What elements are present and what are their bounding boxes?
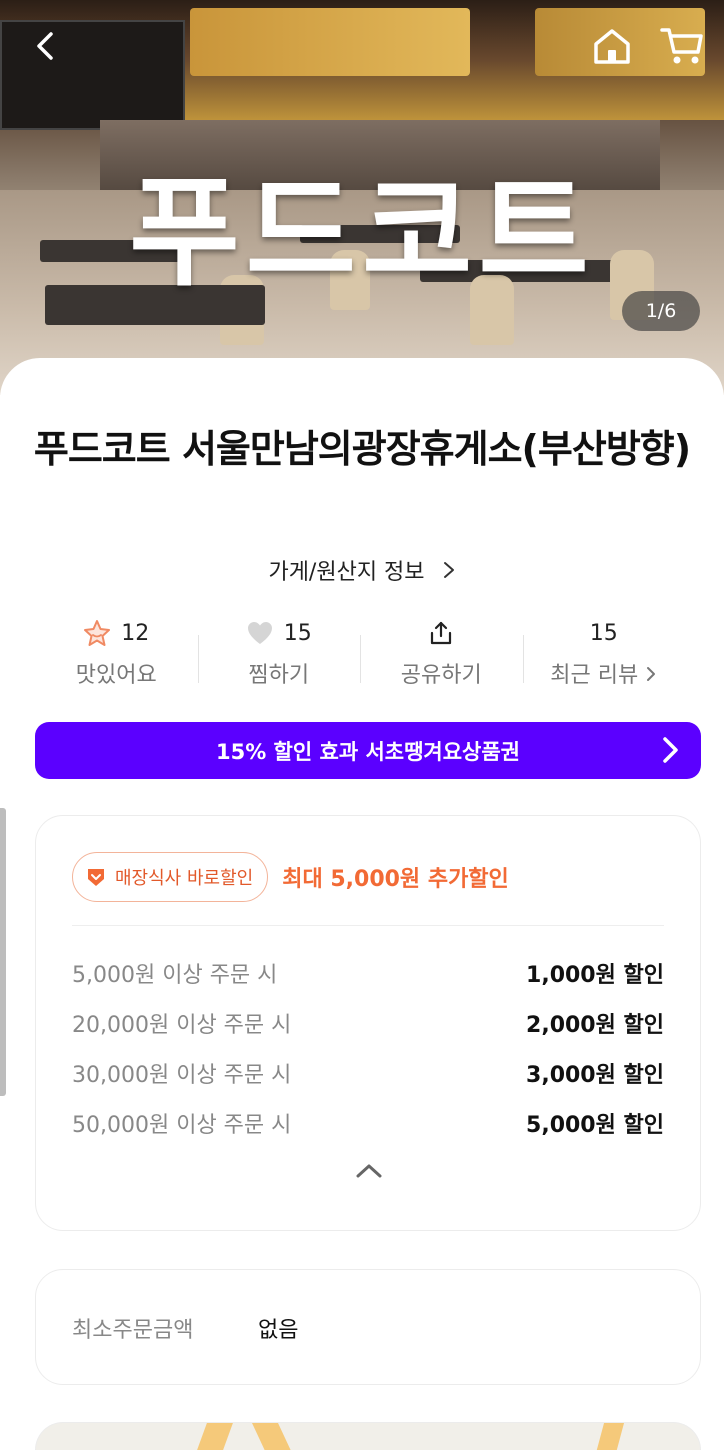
stat-recent-reviews[interactable]: 15 최근 리뷰 [522,613,686,693]
back-button[interactable] [22,22,70,70]
discount-card: 매장식사 바로할인 최대 5,000원 추가할인 5,000원 이상 주문 시 … [35,815,701,1231]
share-icon [431,621,452,645]
store-stats: 12 맛있어요 15 찜하기 공유하기 15 최근 리뷰 [35,613,685,693]
star-icon [84,620,111,646]
badge-label: 매장식사 바로할인 [115,868,254,889]
min-order-row: 최소주문금액 없음 [72,1312,298,1344]
store-detail-sheet: 푸드코트 서울만남의광장휴게소(부산방향) 가게/원산지 정보 12 맛있어요 … [0,358,724,1450]
tier-discount: 2,000원 할인 [526,1013,664,1038]
home-icon [594,29,630,64]
chevron-right-icon [659,734,681,771]
cart-button[interactable] [658,22,706,70]
stat-label: 공유하기 [400,663,482,688]
discount-tier-row: 50,000원 이상 주문 시 5,000원 할인 [72,1103,664,1143]
store-info-label: 가게/원산지 정보 [268,560,425,585]
tier-condition: 5,000원 이상 주문 시 [72,963,278,988]
discount-tier-row: 20,000원 이상 주문 시 2,000원 할인 [72,1003,664,1043]
dine-in-discount-badge: 매장식사 바로할인 [72,852,269,902]
store-map[interactable] [35,1422,701,1450]
stat-value: 15 [283,620,312,646]
tier-discount: 3,000원 할인 [526,1063,664,1088]
tier-condition: 50,000원 이상 주문 시 [72,1113,292,1138]
min-order-value: 없음 [258,1318,299,1343]
side-scroll-handle[interactable] [0,808,6,1096]
stat-delicious[interactable]: 12 맛있어요 [35,613,198,693]
chevron-right-icon [442,560,456,585]
store-name: 푸드코트 서울만남의광장휴게소(부산방향) [33,427,691,471]
chevron-left-icon [37,32,53,60]
stat-label: 맛있어요 [75,663,157,688]
home-button[interactable] [588,22,636,70]
collapse-button[interactable] [349,1156,389,1186]
map-road [185,1423,233,1450]
tier-condition: 30,000원 이상 주문 시 [72,1063,292,1088]
tier-discount: 1,000원 할인 [526,963,664,988]
promo-text: 15% 할인 효과 서초땡겨요상품권 [215,739,521,764]
chevron-up-icon [356,1164,382,1178]
stat-label: 찜하기 [248,663,310,688]
tier-discount: 5,000원 할인 [526,1113,664,1138]
tier-condition: 20,000원 이상 주문 시 [72,1013,292,1038]
chevron-right-icon [647,667,656,681]
voucher-promo-banner[interactable]: 15% 할인 효과 서초땡겨요상품권 [35,722,701,779]
heart-icon [247,622,272,644]
stat-value: 15 [589,620,618,646]
discount-tag-icon [88,869,104,886]
divider [72,925,664,926]
discount-tier-row: 30,000원 이상 주문 시 3,000원 할인 [72,1053,664,1093]
min-order-card: 최소주문금액 없음 [35,1269,701,1385]
store-info-link[interactable]: 가게/원산지 정보 [0,554,724,586]
stat-favorite[interactable]: 15 찜하기 [197,613,361,693]
stat-value: 12 [121,620,150,646]
hero-sign [190,8,470,76]
min-order-label: 최소주문금액 [72,1318,194,1343]
discount-tier-row: 5,000원 이상 주문 시 1,000원 할인 [72,953,664,993]
hero-title: 푸드코트 [129,164,595,303]
stat-label: 최근 리뷰 [550,663,639,688]
image-page-indicator: 1/6 [622,291,700,331]
map-road [587,1423,625,1450]
discount-headline: 최대 5,000원 추가할인 [282,867,509,892]
map-road [252,1423,306,1450]
cart-icon [660,28,703,64]
stat-share[interactable]: 공유하기 [360,613,523,693]
